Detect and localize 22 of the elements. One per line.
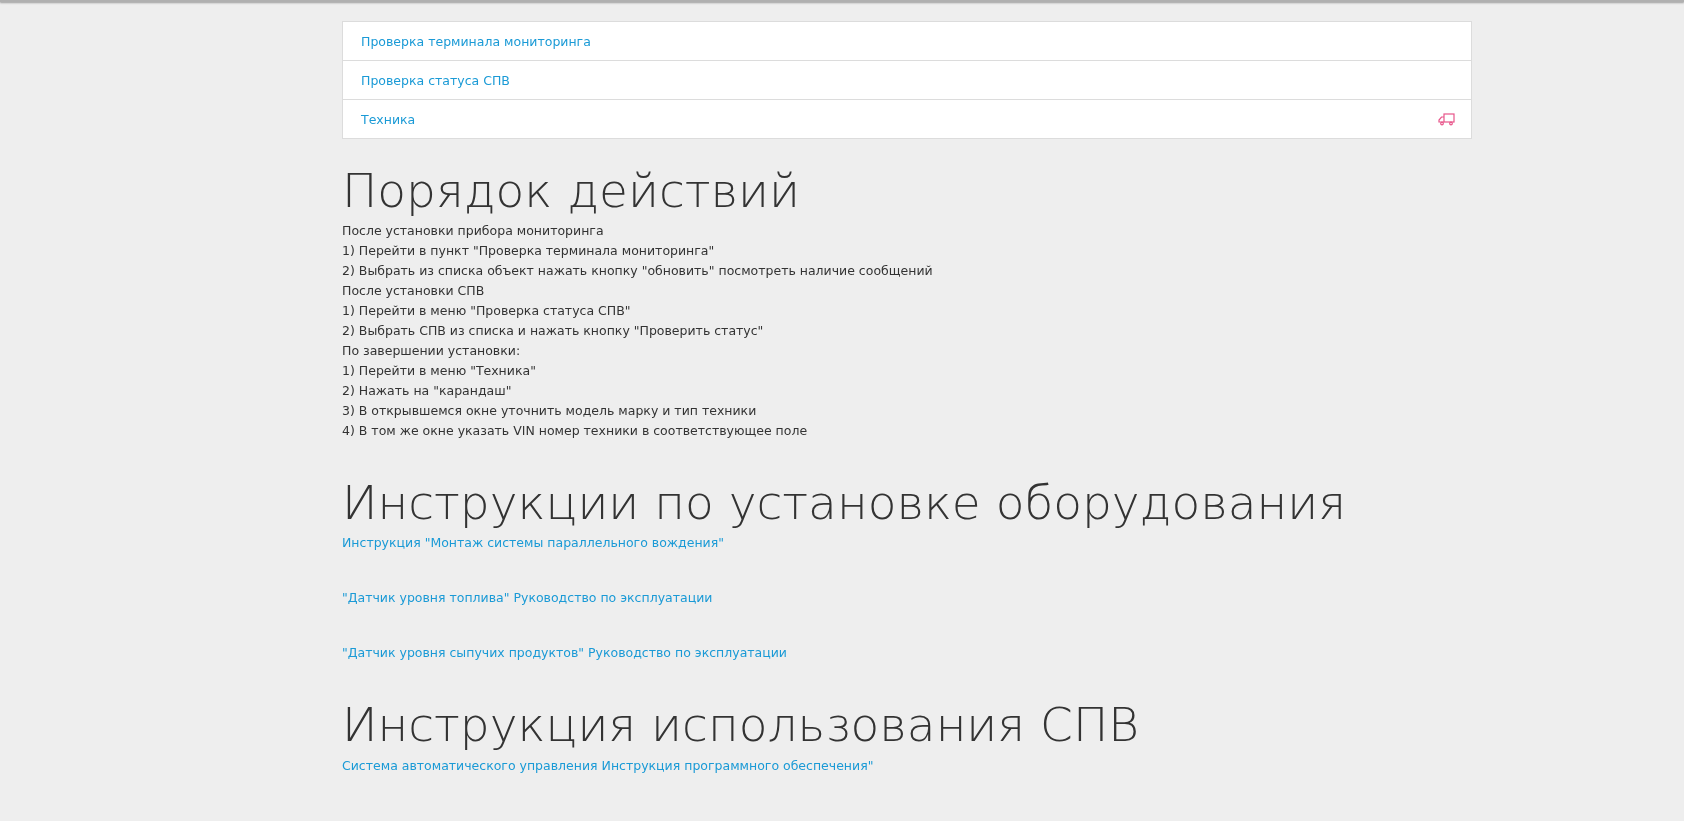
- document-link[interactable]: Система автоматического управления Инструкция программного обеспечения": [342, 758, 874, 774]
- instruction-line: 3) В открывшемся окне уточнить модель марку и тип техники: [342, 401, 758, 420]
- instruction-line: После установки прибора мониторинга: [342, 221, 605, 240]
- section-heading: Инструкция использования СПВ: [342, 699, 1140, 752]
- instruction-line: После установки СПВ: [342, 281, 486, 300]
- instruction-line: 2) Нажать на "карандаш": [342, 381, 513, 400]
- instruction-line: 2) Выбрать СПВ из списка и нажать кнопку "Проверить статус": [342, 321, 765, 340]
- instruction-line: 1) Перейти в меню "Проверка статуса СПВ": [342, 301, 632, 320]
- instruction-line: 1) Перейти в меню "Техника": [342, 361, 537, 380]
- section-heading: Инструкции по установке оборудования: [342, 476, 1348, 529]
- instruction-line: По завершении установки:: [342, 341, 522, 360]
- instruction-line: 4) В том же окне указать VIN номер техники в соответствующее поле: [342, 421, 809, 440]
- menu-link[interactable]: Техника: [361, 111, 416, 127]
- truck-icon[interactable]: [1438, 112, 1455, 126]
- section-heading: Порядок действий: [342, 165, 801, 217]
- document-link[interactable]: "Датчик уровня сыпучих продуктов" Руководство по эксплуатации: [342, 645, 787, 661]
- document-link[interactable]: Инструкция "Монтаж системы параллельного вождения": [342, 535, 724, 551]
- menu-link[interactable]: Проверка статуса СПВ: [361, 72, 510, 88]
- menu-link[interactable]: Проверка терминала мониторинга: [361, 33, 591, 49]
- instruction-line: 2) Выбрать из списка объект нажать кнопку "обновить" посмотреть наличие сообщений: [342, 261, 934, 280]
- instruction-line: 1) Перейти в пункт "Проверка терминала мониторинга": [342, 241, 716, 260]
- document-link[interactable]: "Датчик уровня топлива" Руководство по эксплуатации: [342, 590, 713, 606]
